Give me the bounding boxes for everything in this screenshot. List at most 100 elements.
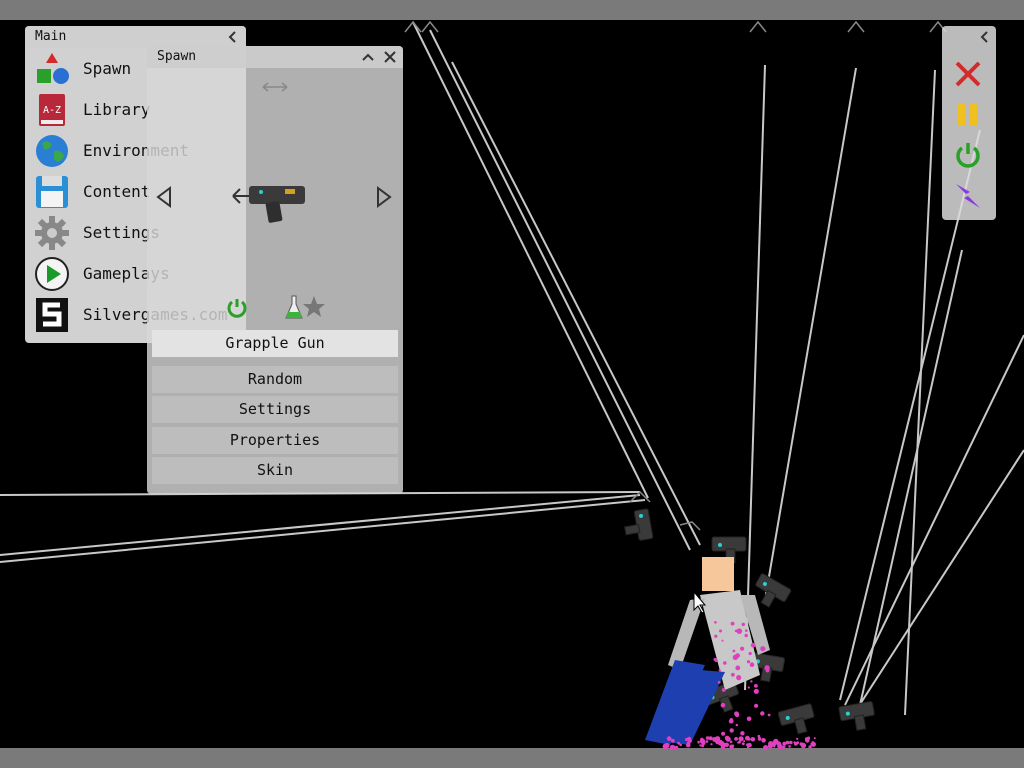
blood-particle xyxy=(744,633,748,638)
blood-particle xyxy=(747,742,752,748)
blood-particle xyxy=(734,737,738,741)
blood-particle xyxy=(732,654,739,660)
blood-particle xyxy=(687,736,692,742)
pause-button[interactable] xyxy=(950,97,986,133)
minimize-button[interactable] xyxy=(359,48,377,66)
close-icon xyxy=(384,51,396,63)
blood-particle xyxy=(754,703,759,708)
blood-particle xyxy=(718,669,721,672)
main-panel-title: Main xyxy=(35,29,67,44)
blood-particle xyxy=(765,668,770,673)
blood-particle xyxy=(738,740,741,744)
blood-particle xyxy=(754,684,758,688)
blood-particle xyxy=(715,738,721,745)
blood-particle xyxy=(782,741,787,746)
properties-button[interactable]: Properties xyxy=(152,427,398,454)
lightning-button[interactable] xyxy=(950,178,986,214)
random-button[interactable]: Random xyxy=(152,366,398,393)
blood-particle xyxy=(768,741,774,747)
spawn-panel-title: Spawn xyxy=(157,49,197,64)
grapple-rope xyxy=(854,449,1024,713)
blood-particle xyxy=(721,639,724,642)
blood-particle xyxy=(793,741,796,744)
blood-particle xyxy=(750,737,756,742)
blood-particle xyxy=(664,742,670,749)
blood-particle xyxy=(805,738,810,743)
grapple-gun xyxy=(624,508,654,541)
blood-particle xyxy=(753,688,759,694)
blood-particle xyxy=(808,745,812,749)
spawn-panel: Spawn Grapple Gun Random Settings Proper… xyxy=(147,46,403,494)
grapple-gun-preview-icon[interactable] xyxy=(231,178,311,226)
blood-particle xyxy=(705,740,709,743)
blood-particle xyxy=(734,629,738,633)
rope-anchors xyxy=(404,20,947,531)
blood-particle xyxy=(719,629,722,633)
menu-label: Spawn xyxy=(83,59,132,78)
blood-particle xyxy=(732,649,736,653)
blood-particle xyxy=(747,686,750,689)
spawn-panel-header[interactable]: Spawn xyxy=(147,46,403,68)
play-icon xyxy=(33,255,71,293)
blood-particle xyxy=(720,744,726,750)
blood-particle xyxy=(731,672,735,677)
game-stage[interactable]: Main Spawn A-Z Library Environment Conte… xyxy=(0,0,1024,768)
selected-item-label[interactable]: Grapple Gun xyxy=(152,330,398,357)
blood-particle xyxy=(723,661,727,665)
blood-particle xyxy=(740,646,745,651)
blood-particle xyxy=(731,744,735,747)
close-panel-button[interactable] xyxy=(381,48,399,66)
blood-particle xyxy=(796,737,799,740)
blood-particle xyxy=(730,621,735,626)
blood-particle xyxy=(735,723,738,727)
grapple-rope xyxy=(0,499,646,563)
spawn-power-toggle[interactable] xyxy=(225,296,249,320)
blood-particle xyxy=(788,745,791,748)
grapple-rope xyxy=(412,21,649,499)
blood-particle xyxy=(750,642,756,648)
blood-particle xyxy=(760,711,765,716)
floppy-disk-icon xyxy=(33,173,71,211)
ragdoll-human xyxy=(645,557,770,745)
grapple-rope xyxy=(451,61,701,546)
blood-particle xyxy=(781,746,785,750)
blood-particle xyxy=(725,736,731,742)
chevron-left-icon xyxy=(980,31,988,43)
blood-particle xyxy=(748,651,752,656)
grapple-gun xyxy=(777,703,815,735)
settings-button[interactable]: Settings xyxy=(152,396,398,423)
blood-particle xyxy=(666,736,672,741)
blood-particle xyxy=(714,634,718,638)
blood-particle xyxy=(713,657,717,662)
blood-particle xyxy=(721,731,726,736)
blood-particle xyxy=(720,702,726,708)
resize-handle-icon[interactable] xyxy=(261,81,289,93)
blood-particle xyxy=(740,731,745,736)
blood-particle xyxy=(729,728,734,733)
blood-particle xyxy=(789,740,793,745)
globe-icon xyxy=(33,132,71,170)
power-icon xyxy=(956,143,980,168)
grapple-rope xyxy=(429,29,691,551)
blood-particle xyxy=(701,739,704,742)
favorite-experiment-toggle[interactable] xyxy=(284,294,326,320)
blood-particle xyxy=(741,742,745,746)
prev-item-button[interactable] xyxy=(155,186,175,208)
blood-particle xyxy=(746,716,752,722)
blood-particle xyxy=(712,737,716,741)
power-button[interactable] xyxy=(950,137,986,173)
skin-button[interactable]: Skin xyxy=(152,457,398,484)
blood-particle xyxy=(750,680,753,683)
next-item-button[interactable] xyxy=(375,186,395,208)
collapse-button[interactable] xyxy=(224,28,242,46)
blood-particle xyxy=(761,738,766,743)
grapple-gun xyxy=(838,701,875,731)
triangle-right-icon xyxy=(377,186,392,208)
blood-particle xyxy=(705,736,710,740)
blood-particle xyxy=(745,629,748,632)
toolbar-collapse-button[interactable] xyxy=(976,28,994,46)
clear-button[interactable] xyxy=(950,56,986,92)
book-icon: A-Z xyxy=(33,91,71,129)
blood-particle xyxy=(739,736,744,741)
blood-particle xyxy=(714,621,717,624)
